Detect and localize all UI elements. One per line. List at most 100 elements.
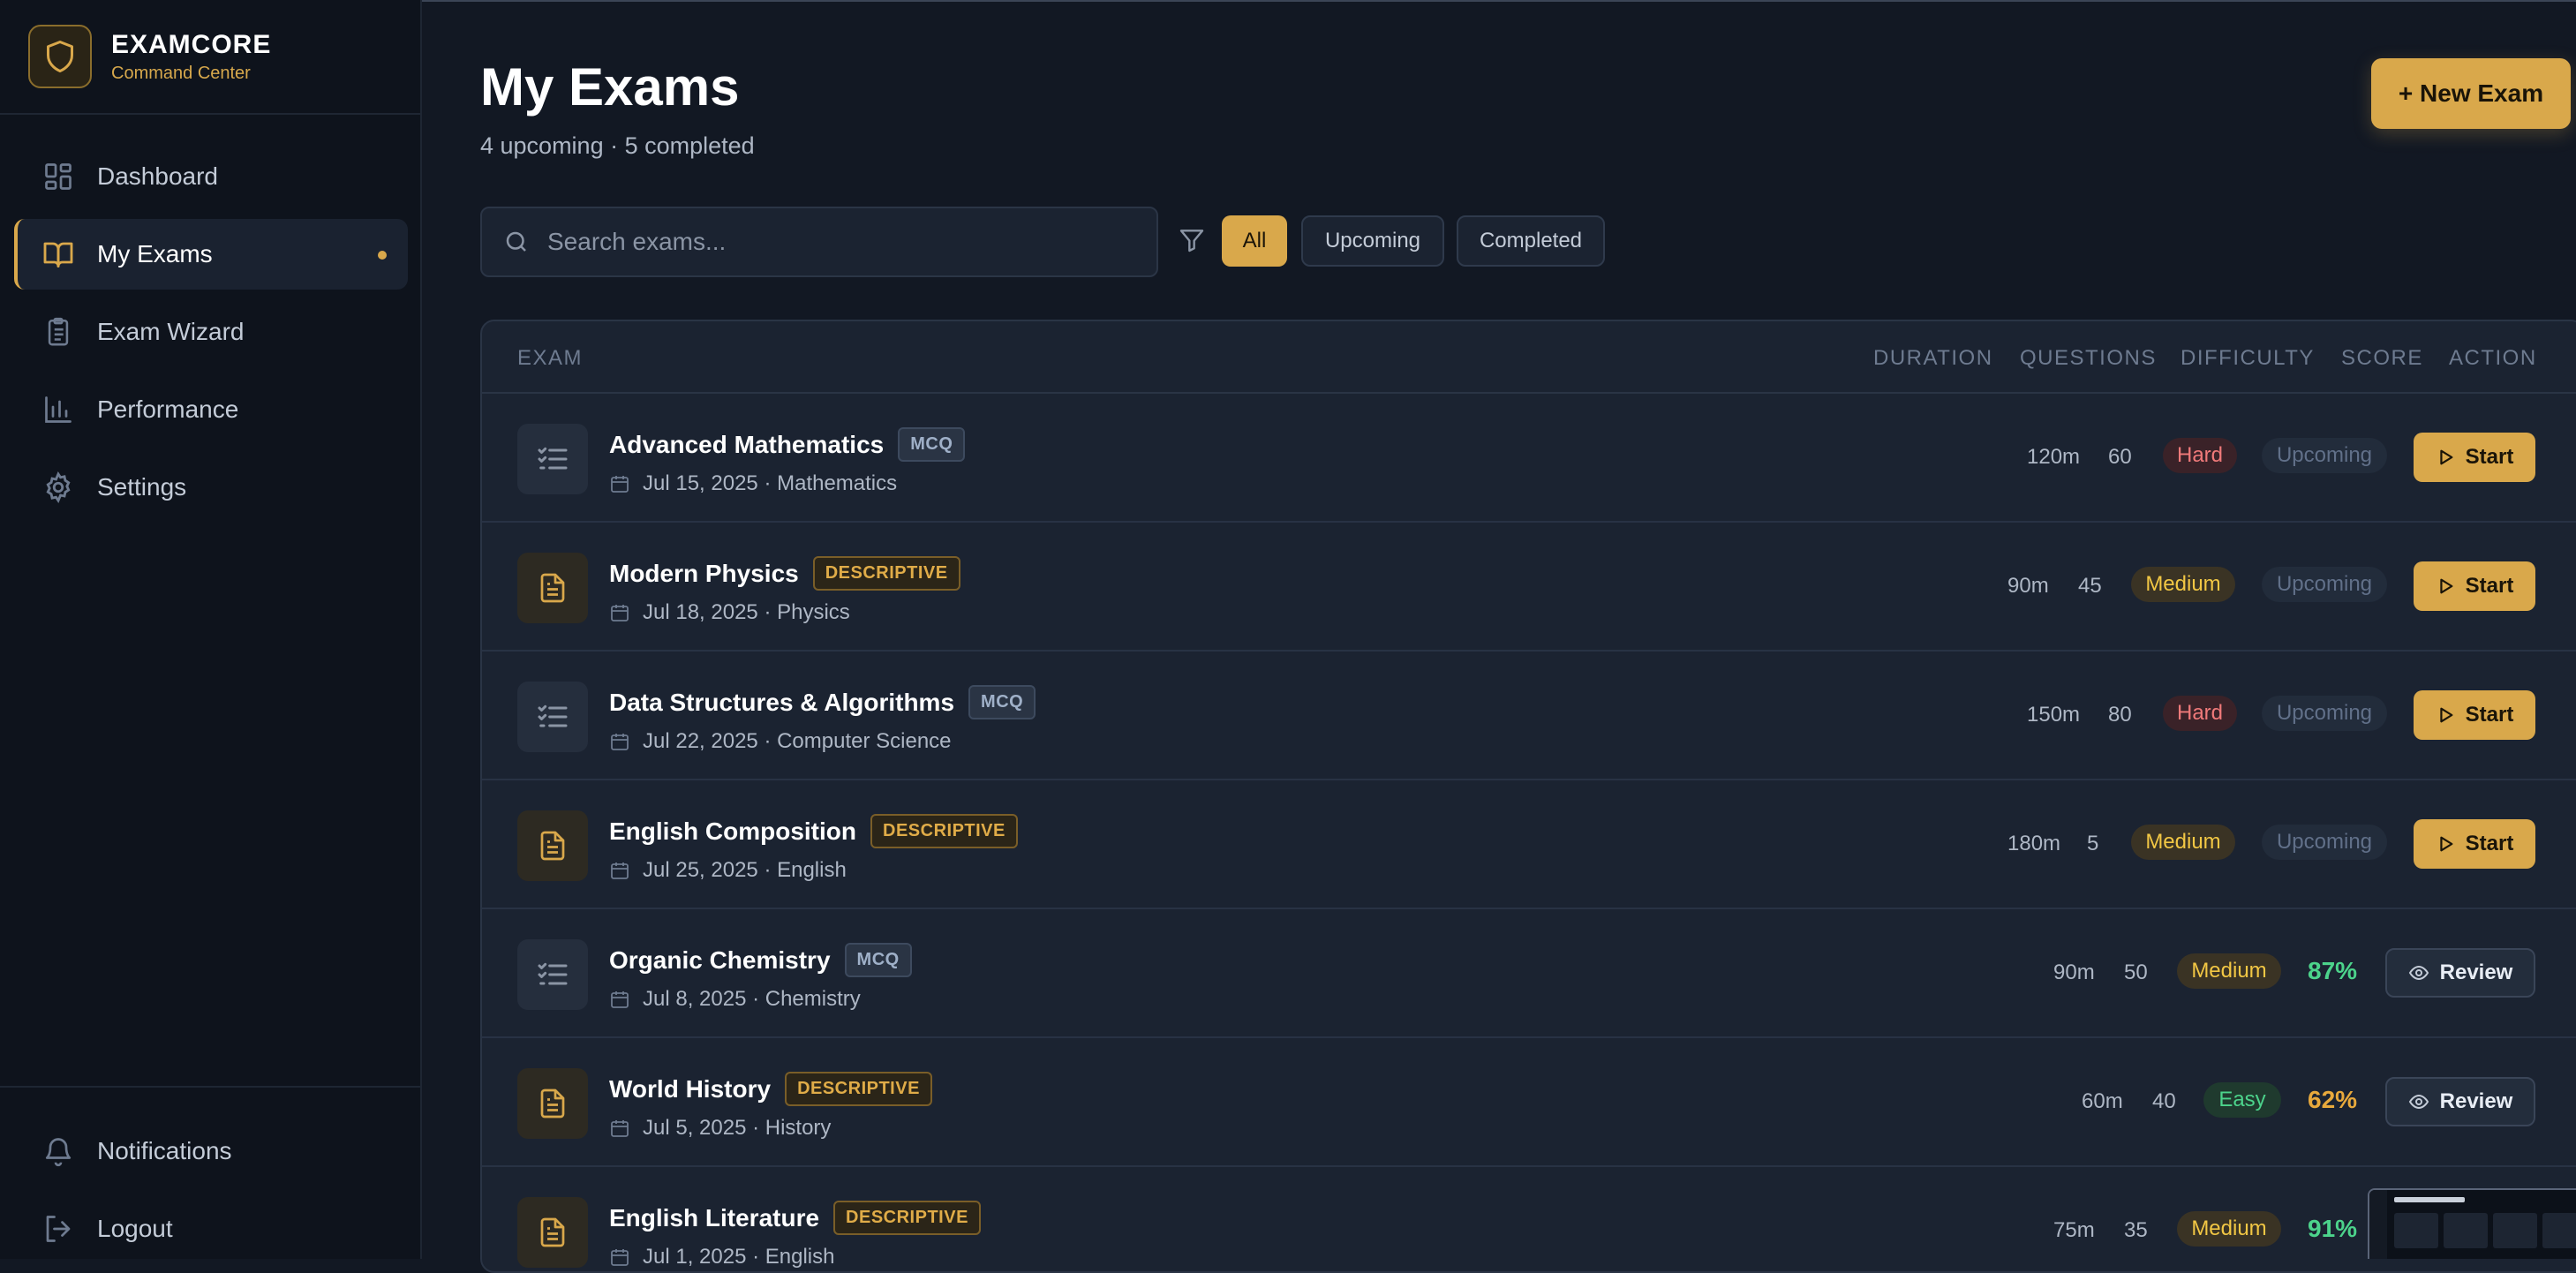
exam-name[interactable]: Advanced Mathematics (609, 431, 884, 459)
exam-name[interactable]: English Literature (609, 1204, 819, 1232)
play-icon (2439, 449, 2453, 465)
exam-name[interactable]: World History (609, 1075, 771, 1104)
window-preview-thumbnail[interactable] (2368, 1188, 2576, 1259)
sidebar-item-settings[interactable]: Settings (14, 452, 408, 523)
exam-questions: 80 (2108, 703, 2132, 727)
column-header-duration[interactable]: DURATION (1873, 346, 1993, 371)
exam-name[interactable]: Modern Physics (609, 560, 799, 588)
calendar-icon (609, 731, 630, 752)
filter-completed-chip[interactable]: Completed (1457, 215, 1605, 267)
start-button[interactable]: Start (2414, 690, 2535, 740)
exam-duration: 75m (2053, 1218, 2095, 1242)
brand[interactable]: EXAMCORE Command Center (28, 25, 271, 88)
filter-icon[interactable] (1178, 226, 1206, 254)
exam-type-badge: DESCRIPTIVE (812, 556, 960, 591)
eye-icon (2408, 1094, 2429, 1110)
sidebar-item-performance[interactable]: Performance (14, 374, 408, 445)
table-row[interactable]: Organic Chemistry MCQ Jul 8, 2025 · Chem… (482, 909, 2576, 1038)
file-text-icon (517, 1068, 588, 1139)
page-title: My Exams (480, 57, 740, 117)
sidebar-item-exam-wizard[interactable]: Exam Wizard (14, 297, 408, 367)
dashboard-icon (41, 159, 76, 194)
exam-duration: 180m (2007, 832, 2061, 855)
search-input[interactable] (546, 227, 1114, 257)
sidebar-item-label: Performance (97, 395, 239, 423)
difficulty-badge: Medium (2131, 567, 2235, 602)
exam-meta: Jul 15, 2025 · Mathematics (643, 471, 898, 495)
thumbnail-card (2542, 1213, 2576, 1248)
table-row[interactable]: Data Structures & Algorithms MCQ Jul 22,… (482, 652, 2576, 780)
start-button[interactable]: Start (2414, 561, 2535, 611)
search-icon (503, 229, 530, 255)
start-button-label: Start (2465, 832, 2514, 855)
difficulty-badge: Hard (2163, 696, 2237, 731)
difficulty-badge: Easy (2203, 1082, 2281, 1118)
filter-upcoming-chip[interactable]: Upcoming (1301, 215, 1444, 267)
new-exam-button[interactable]: + New Exam (2371, 58, 2571, 129)
exam-meta: Jul 1, 2025 · English (643, 1245, 835, 1269)
column-header-exam[interactable]: EXAM (517, 346, 583, 371)
table-row[interactable]: English Composition DESCRIPTIVE Jul 25, … (482, 780, 2576, 909)
table-row[interactable]: Modern Physics DESCRIPTIVE Jul 18, 2025 … (482, 523, 2576, 652)
thumbnail-sidebar (2369, 1190, 2387, 1259)
active-indicator-dot (378, 251, 387, 260)
exam-questions: 60 (2108, 445, 2132, 469)
sidebar-item-logout[interactable]: Logout (14, 1194, 408, 1264)
exam-meta: Jul 25, 2025 · English (643, 858, 847, 882)
review-button[interactable]: Review (2385, 1077, 2535, 1126)
review-button[interactable]: Review (2385, 948, 2535, 998)
main-content: My Exams 4 upcoming · 5 completed + New … (422, 0, 2576, 1273)
start-button[interactable]: Start (2414, 819, 2535, 869)
difficulty-badge: Medium (2177, 953, 2281, 989)
play-icon (2439, 578, 2453, 594)
filter-all-chip[interactable]: All (1222, 215, 1287, 267)
sidebar-item-label: My Exams (97, 240, 213, 267)
play-icon (2439, 836, 2453, 852)
column-header-difficulty[interactable]: DIFFICULTY (2181, 346, 2315, 371)
exam-meta: Jul 8, 2025 · Chemistry (643, 987, 861, 1011)
thumbnail-title-bar (2394, 1197, 2465, 1202)
column-header-questions[interactable]: QUESTIONS (2020, 346, 2157, 371)
thumbnail-card (2444, 1213, 2488, 1248)
exam-type-badge: MCQ (898, 427, 966, 462)
exam-name[interactable]: Organic Chemistry (609, 946, 831, 975)
column-header-action[interactable]: ACTION (2449, 346, 2537, 371)
sidebar-item-label: Logout (97, 1215, 173, 1242)
calendar-icon (609, 1118, 630, 1139)
exam-duration: 60m (2082, 1089, 2123, 1113)
start-button[interactable]: Start (2414, 433, 2535, 482)
exam-questions: 5 (2087, 832, 2099, 855)
calendar-icon (609, 989, 630, 1010)
exams-table: EXAM DURATION QUESTIONS DIFFICULTY SCORE… (480, 320, 2576, 1273)
file-text-icon (517, 553, 588, 623)
play-icon (2439, 707, 2453, 723)
sidebar: EXAMCORE Command Center Dashboard My Exa… (0, 0, 422, 1259)
sidebar-item-label: Notifications (97, 1137, 232, 1164)
page-subtitle: 4 upcoming · 5 completed (480, 132, 755, 159)
clipboard-list-icon (41, 314, 76, 350)
table-row[interactable]: English Literature DESCRIPTIVE Jul 1, 20… (482, 1167, 2576, 1271)
exam-meta: Jul 5, 2025 · History (643, 1116, 832, 1140)
table-row[interactable]: Advanced Mathematics MCQ Jul 15, 2025 · … (482, 394, 2576, 523)
start-button-label: Start (2465, 703, 2514, 727)
divider (0, 1086, 420, 1088)
sidebar-item-dashboard[interactable]: Dashboard (14, 141, 408, 212)
table-row[interactable]: World History DESCRIPTIVE Jul 5, 2025 · … (482, 1038, 2576, 1167)
sidebar-item-my-exams[interactable]: My Exams (14, 219, 408, 290)
gear-icon (41, 470, 76, 505)
exam-name[interactable]: English Composition (609, 817, 856, 846)
exam-duration: 120m (2027, 445, 2081, 469)
search-box[interactable] (480, 207, 1158, 277)
exam-type-badge: DESCRIPTIVE (785, 1072, 932, 1106)
brand-subtitle: Command Center (111, 63, 251, 83)
sidebar-item-notifications[interactable]: Notifications (14, 1116, 408, 1186)
column-header-score[interactable]: SCORE (2341, 346, 2423, 371)
list-checks-icon (517, 939, 588, 1010)
calendar-icon (609, 1247, 630, 1268)
difficulty-badge: Hard (2163, 438, 2237, 473)
exam-duration: 90m (2053, 960, 2095, 984)
review-button-label: Review (2439, 1089, 2513, 1113)
start-button-label: Start (2465, 445, 2514, 469)
exam-name[interactable]: Data Structures & Algorithms (609, 689, 954, 717)
status-badge: Upcoming (2262, 696, 2387, 731)
